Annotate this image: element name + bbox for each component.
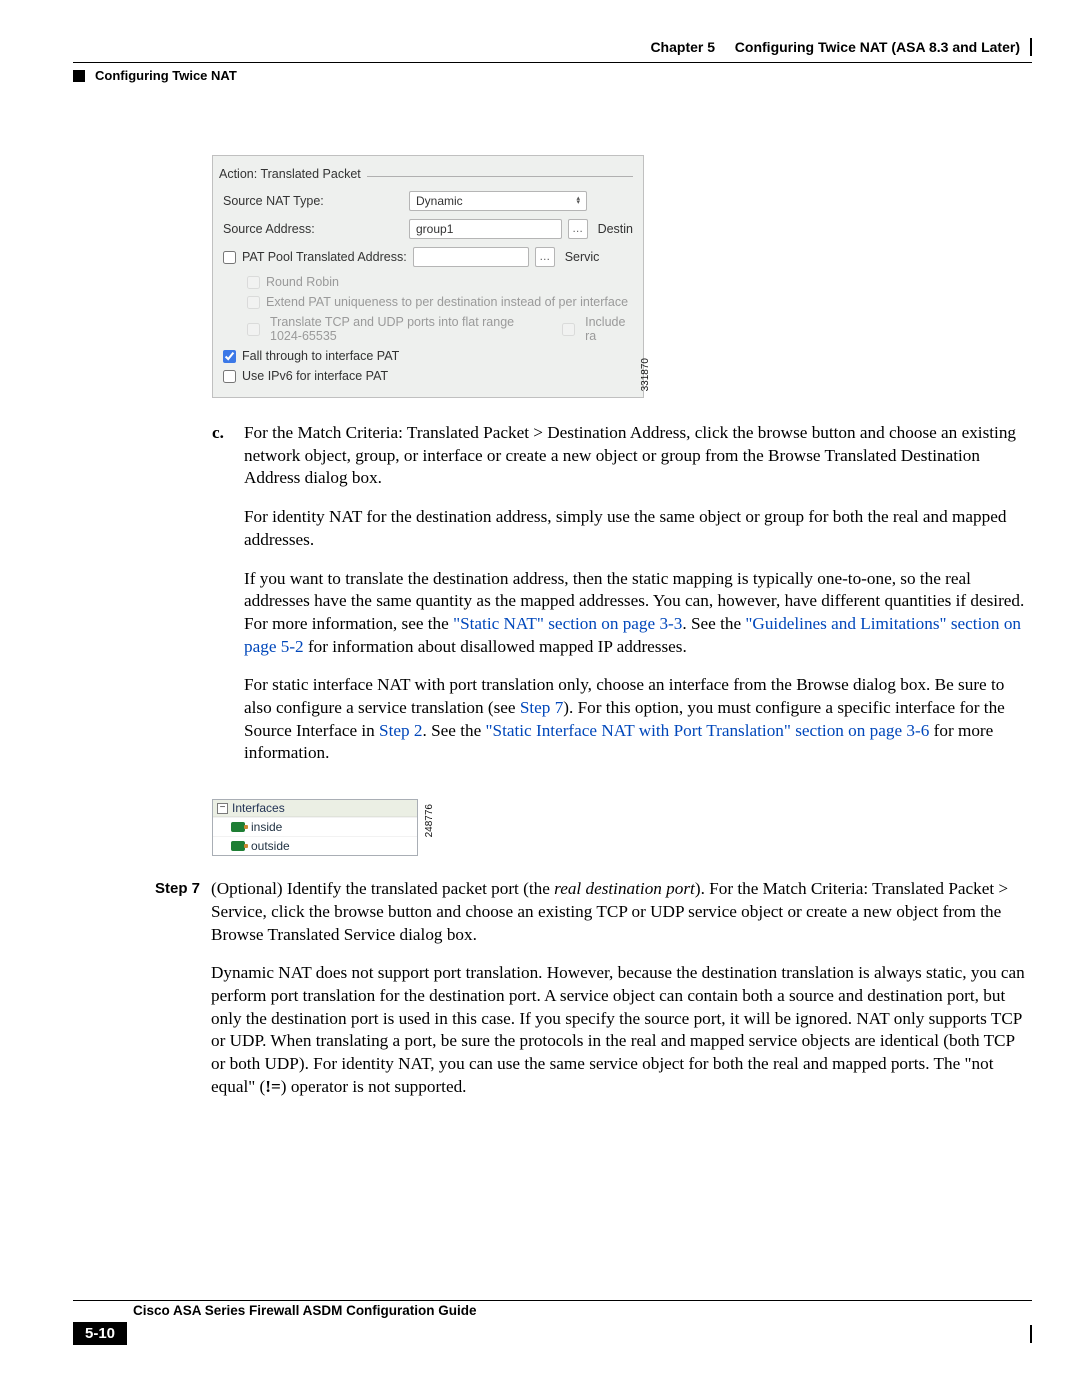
tree-item-outside[interactable]: outside — [213, 836, 417, 855]
c-para-3: If you want to translate the destination… — [244, 568, 1032, 659]
source-nat-type-value: Dynamic — [416, 194, 463, 208]
pat-pool-label: PAT Pool Translated Address: — [242, 250, 407, 264]
header-rule — [73, 62, 1032, 63]
c-para-2: For identity NAT for the destination add… — [244, 506, 1032, 551]
page-number-badge: 5-10 — [73, 1322, 127, 1345]
pat-pool-browse-button[interactable]: … — [535, 247, 555, 267]
guide-title: Cisco ASA Series Firewall ASDM Configura… — [133, 1303, 1032, 1318]
link-static-nat[interactable]: "Static NAT" section on page 3-3 — [453, 614, 682, 633]
c-para-4: For static interface NAT with port trans… — [244, 674, 1032, 765]
include-reserve-checkbox — [562, 323, 575, 336]
use-ipv6-label: Use IPv6 for interface PAT — [242, 369, 388, 383]
flat-range-checkbox — [247, 323, 260, 336]
section-title: Configuring Twice NAT — [95, 68, 237, 83]
real-destination-port-italic: real destination port — [554, 879, 695, 898]
service-label-truncated: Servic — [565, 250, 600, 264]
source-address-label: Source Address: — [223, 222, 403, 236]
source-address-browse-button[interactable]: … — [568, 219, 588, 239]
fall-through-label: Fall through to interface PAT — [242, 349, 399, 363]
pat-pool-checkbox[interactable] — [223, 251, 236, 264]
tree-item-label: outside — [251, 839, 290, 853]
flat-range-label: Translate TCP and UDP ports into flat ra… — [270, 315, 544, 343]
pat-pool-input[interactable] — [413, 247, 529, 267]
page-footer: Cisco ASA Series Firewall ASDM Configura… — [73, 1300, 1032, 1345]
running-header: Chapter 5 Configuring Twice NAT (ASA 8.3… — [73, 38, 1032, 56]
substep-c-label: c. — [212, 422, 230, 781]
footer-rule — [73, 1300, 1032, 1301]
source-nat-type-label: Source NAT Type: — [223, 194, 403, 208]
c-para-1: For the Match Criteria: Translated Packe… — [244, 422, 1032, 490]
interface-icon — [231, 841, 245, 851]
collapse-icon[interactable]: − — [217, 803, 228, 814]
bullet-square-icon — [73, 70, 85, 82]
footer-tick-icon — [1030, 1325, 1032, 1343]
round-robin-label: Round Robin — [266, 275, 339, 289]
step7-para-2: Dynamic NAT does not support port transl… — [211, 962, 1032, 1098]
use-ipv6-checkbox[interactable] — [223, 370, 236, 383]
include-reserve-label: Include ra — [585, 315, 633, 343]
image-id-2: 248776 — [424, 804, 435, 837]
step7-para-1: (Optional) Identify the translated packe… — [211, 878, 1032, 946]
extend-pat-checkbox — [247, 296, 260, 309]
round-robin-checkbox — [247, 276, 260, 289]
chapter-title: Configuring Twice NAT (ASA 8.3 and Later… — [735, 39, 1020, 55]
tree-item-inside[interactable]: inside — [213, 817, 417, 836]
not-equal-operator: != — [265, 1077, 281, 1096]
section-title-row: Configuring Twice NAT — [73, 68, 1032, 83]
extend-pat-label: Extend PAT uniqueness to per destination… — [266, 295, 628, 309]
image-id-1: 331870 — [640, 358, 651, 391]
fall-through-checkbox[interactable] — [223, 350, 236, 363]
link-step2[interactable]: Step 2 — [379, 721, 422, 740]
chapter-number: Chapter 5 — [650, 39, 715, 55]
tree-root-label: Interfaces — [232, 801, 285, 815]
action-translated-packet-panel: Action: Translated Packet Source NAT Typ… — [212, 155, 644, 398]
fieldset-legend: Action: Translated Packet — [219, 167, 367, 181]
source-nat-type-select[interactable]: Dynamic ▴▾ — [409, 191, 587, 211]
link-static-interface-nat[interactable]: "Static Interface NAT with Port Translat… — [486, 721, 930, 740]
header-tick-icon — [1030, 38, 1032, 56]
link-step7[interactable]: Step 7 — [520, 698, 563, 717]
interfaces-tree: − Interfaces inside outside 248776 — [212, 799, 418, 856]
step-7-label: Step 7 — [155, 880, 211, 1114]
destination-label-truncated: Destin — [598, 222, 633, 236]
source-address-input[interactable]: group1 — [409, 219, 562, 239]
interface-icon — [231, 822, 245, 832]
select-arrows-icon: ▴▾ — [576, 197, 580, 205]
source-address-value: group1 — [416, 222, 453, 236]
tree-root[interactable]: − Interfaces — [213, 800, 417, 817]
tree-item-label: inside — [251, 820, 282, 834]
